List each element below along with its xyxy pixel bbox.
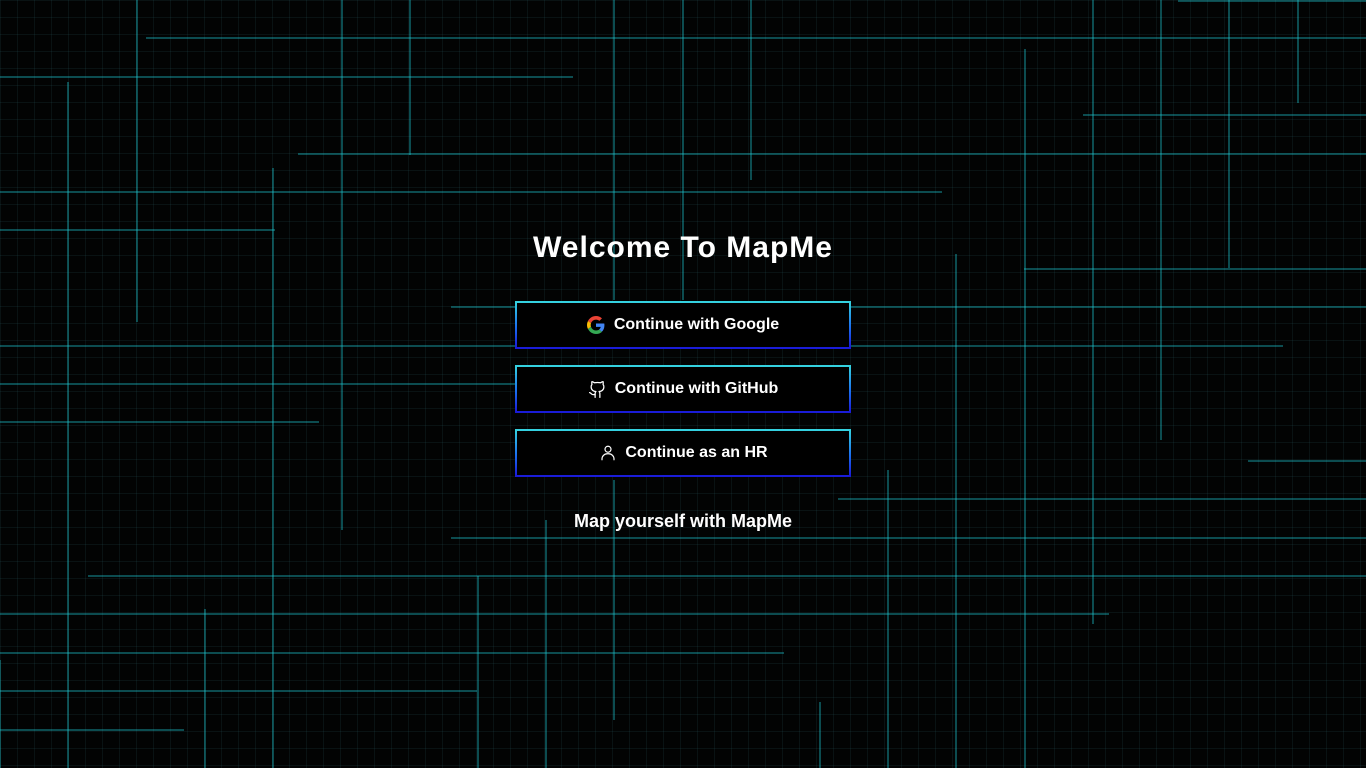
github-icon bbox=[588, 380, 607, 399]
google-button-label: Continue with Google bbox=[613, 316, 780, 333]
user-icon bbox=[598, 444, 617, 463]
page-title: Welcome To MapMe bbox=[533, 231, 833, 264]
github-button-label: Continue with GitHub bbox=[614, 380, 779, 397]
hr-button-label: Continue as an HR bbox=[625, 444, 768, 461]
background-grid: Welcome To MapMe Continue with Google Co… bbox=[0, 0, 1366, 768]
login-panel: Welcome To MapMe Continue with Google Co… bbox=[0, 0, 1366, 768]
continue-with-google-button[interactable]: Continue with Google bbox=[515, 301, 851, 349]
continue-with-github-button[interactable]: Continue with GitHub bbox=[515, 365, 851, 413]
tagline: Map yourself with MapMe bbox=[573, 511, 793, 531]
continue-as-hr-button[interactable]: Continue as an HR bbox=[515, 429, 851, 477]
google-logo-icon bbox=[587, 316, 606, 335]
